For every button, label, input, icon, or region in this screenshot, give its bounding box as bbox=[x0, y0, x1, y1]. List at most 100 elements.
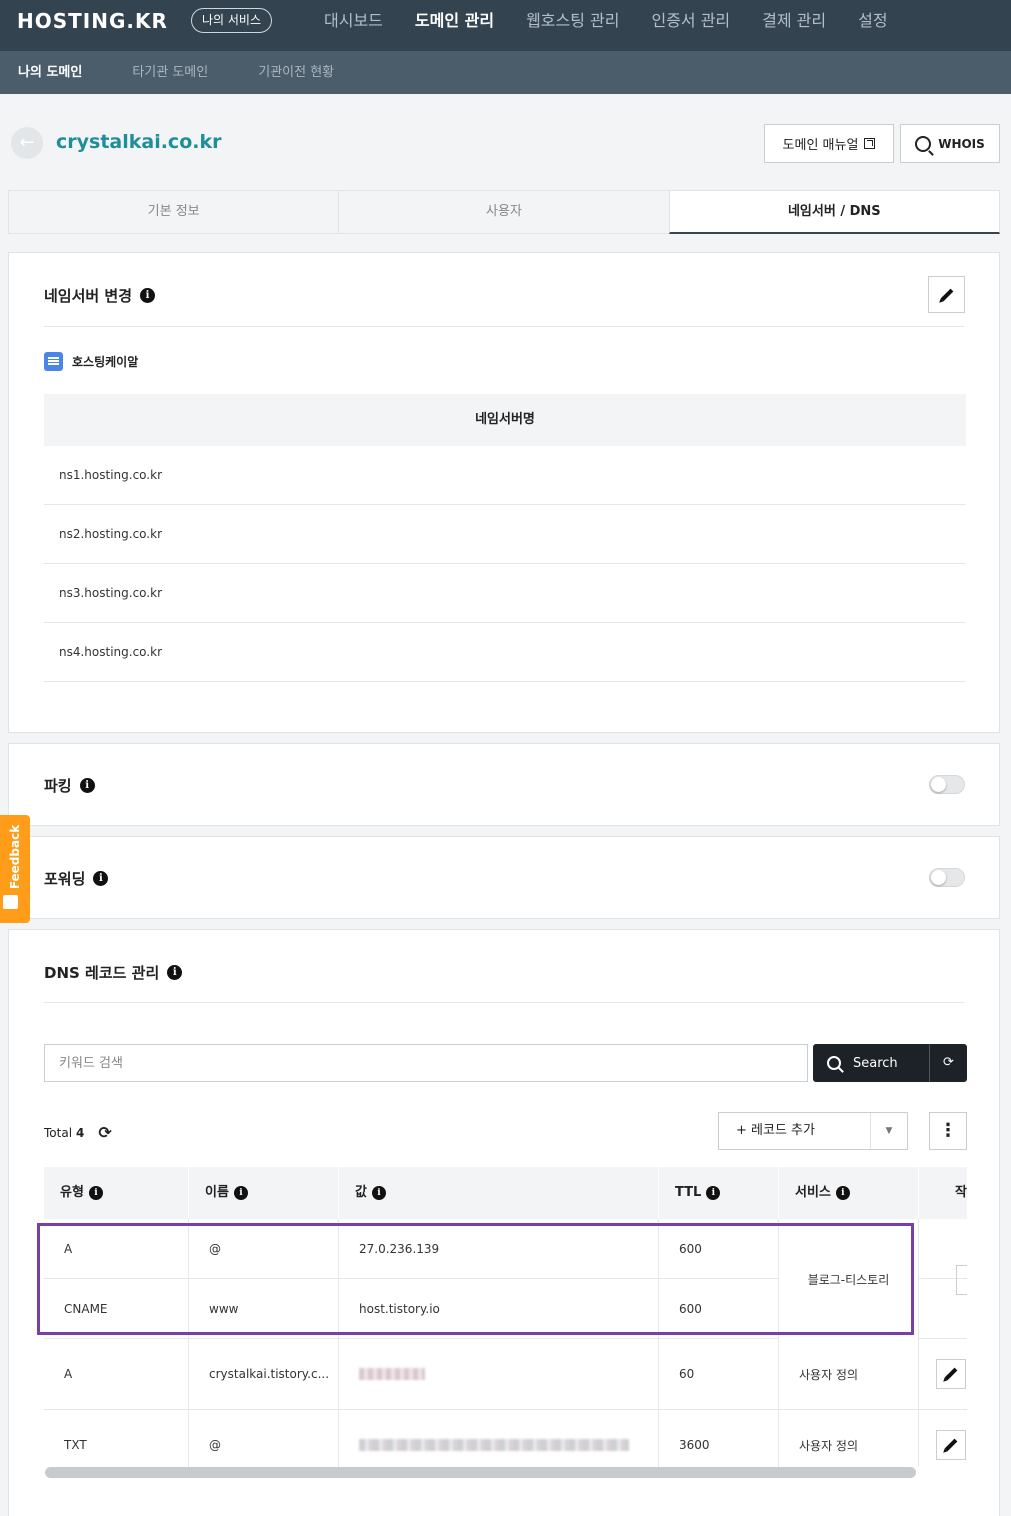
top-navbar: HOSTING.KR 나의 서비스 대시보드 도메인 관리 웹호스팅 관리 인증… bbox=[0, 0, 1011, 51]
total-label: Total bbox=[44, 1125, 73, 1140]
domain-title: crystalkai.co.kr bbox=[56, 131, 222, 153]
hosting-logo[interactable]: HOSTING.KR bbox=[17, 9, 168, 33]
add-record-label[interactable]: + 레코드 추가 bbox=[719, 1113, 870, 1149]
info-icon[interactable]: i bbox=[371, 1186, 386, 1200]
record-ttl: 3600 bbox=[659, 1410, 779, 1467]
column-service: 서비스 i bbox=[779, 1167, 919, 1219]
more-options-button[interactable]: ⋮ bbox=[929, 1112, 967, 1150]
reset-search-button[interactable]: ⟳ bbox=[929, 1044, 967, 1082]
record-ttl: 60 bbox=[659, 1339, 779, 1409]
nameserver-title: 네임서버 변경 i bbox=[44, 285, 156, 306]
info-icon[interactable]: i bbox=[835, 1186, 850, 1200]
tab-nameserver-dns[interactable]: 네임서버 / DNS bbox=[668, 190, 1000, 234]
record-name: crystalkai.tistory.c... bbox=[189, 1339, 339, 1409]
nav-webhosting-management[interactable]: 웹호스팅 관리 bbox=[510, 0, 635, 42]
record-action-button-partial[interactable] bbox=[956, 1265, 967, 1295]
record-type: A bbox=[44, 1339, 189, 1409]
dns-title-text: DNS 레코드 관리 bbox=[44, 964, 160, 982]
total-count: 4 bbox=[76, 1125, 85, 1140]
table-row: TXT @ 3600 사용자 정의 bbox=[44, 1410, 967, 1467]
feedback-label: Feedback bbox=[8, 824, 22, 890]
horizontal-scrollbar[interactable] bbox=[45, 1467, 916, 1478]
tab-basic-info[interactable]: 기본 정보 bbox=[8, 190, 339, 234]
edit-nameserver-button[interactable] bbox=[928, 276, 965, 313]
dns-records-table: 유형 i 이름 i 값i TTL i 서비스 i 작 A @ 27.0.236.139 … bbox=[44, 1167, 967, 1467]
record-total: Total 4 ⟳ bbox=[44, 1123, 112, 1142]
back-arrow-icon[interactable]: ← bbox=[11, 127, 43, 159]
forwarding-card: 포워딩 i bbox=[8, 836, 1000, 919]
info-icon[interactable]: i bbox=[79, 778, 95, 793]
record-ttl: 600 bbox=[659, 1279, 779, 1338]
keyword-search-input[interactable] bbox=[44, 1044, 808, 1082]
server-list-icon bbox=[44, 352, 63, 371]
record-type: A bbox=[44, 1219, 189, 1278]
column-name: 이름 i bbox=[189, 1167, 339, 1219]
parking-toggle[interactable] bbox=[929, 775, 965, 794]
edit-record-button[interactable] bbox=[936, 1430, 966, 1460]
chevron-down-icon[interactable]: ▼ bbox=[870, 1113, 907, 1149]
dns-title: DNS 레코드 관리 i bbox=[44, 962, 183, 983]
domain-manual-button[interactable]: 도메인 매뉴얼 bbox=[764, 124, 894, 163]
nameserver-provider: 호스팅케이알 bbox=[44, 352, 138, 371]
column-action: 작 bbox=[919, 1167, 967, 1219]
column-ttl: TTL i bbox=[659, 1167, 779, 1219]
search-label: Search bbox=[853, 1055, 898, 1071]
refresh-icon[interactable]: ⟳ bbox=[98, 1123, 111, 1142]
info-icon[interactable]: i bbox=[93, 871, 109, 886]
dns-table-header: 유형 i 이름 i 값i TTL i 서비스 i 작 bbox=[44, 1167, 967, 1219]
record-name: @ bbox=[189, 1410, 339, 1467]
sub-navbar: 나의 도메인 타기관 도메인 기관이전 현황 bbox=[0, 51, 1011, 94]
whois-label: WHOIS bbox=[938, 136, 985, 151]
tab-users[interactable]: 사용자 bbox=[338, 190, 669, 234]
search-button[interactable]: Search bbox=[813, 1044, 929, 1082]
nameserver-row: ns3.hosting.co.kr bbox=[44, 564, 966, 623]
column-value: 값i bbox=[339, 1167, 659, 1219]
domain-manual-label: 도메인 매뉴얼 bbox=[782, 138, 859, 153]
dns-records-card: DNS 레코드 관리 i Search ⟳ Total 4 ⟳ + 레코드 추가… bbox=[8, 929, 1000, 1516]
feedback-tab[interactable]: Feedback bbox=[0, 815, 30, 923]
search-icon bbox=[827, 1056, 841, 1070]
nameserver-row: ns1.hosting.co.kr bbox=[44, 446, 966, 505]
nameserver-title-text: 네임서버 변경 bbox=[44, 287, 133, 305]
parking-title: 파킹 i bbox=[44, 775, 95, 796]
provider-label: 호스팅케이알 bbox=[72, 355, 139, 369]
table-row: A crystalkai.tistory.c... 60 사용자 정의 bbox=[44, 1339, 967, 1410]
nav-certificate-management[interactable]: 인증서 관리 bbox=[635, 0, 746, 42]
add-record-dropdown[interactable]: + 레코드 추가 ▼ bbox=[718, 1112, 908, 1150]
domain-tabs: 기본 정보 사용자 네임서버 / DNS bbox=[8, 190, 1000, 234]
my-service-pill[interactable]: 나의 서비스 bbox=[191, 8, 273, 33]
info-icon[interactable]: i bbox=[88, 1186, 103, 1200]
info-icon[interactable]: i bbox=[140, 288, 156, 303]
merged-service-cell: 블로그-티스토리 bbox=[779, 1220, 919, 1339]
nav-payment-management[interactable]: 결제 관리 bbox=[746, 0, 842, 42]
record-service: 사용자 정의 bbox=[779, 1410, 919, 1467]
forwarding-title-text: 포워딩 bbox=[44, 870, 86, 888]
subnav-other-registrar-domains[interactable]: 타기관 도메인 bbox=[132, 51, 208, 94]
nav-dashboard[interactable]: 대시보드 bbox=[308, 0, 399, 42]
info-icon[interactable]: i bbox=[233, 1186, 248, 1200]
nav-domain-management[interactable]: 도메인 관리 bbox=[399, 0, 510, 42]
nameserver-row: ns2.hosting.co.kr bbox=[44, 505, 966, 564]
forwarding-toggle[interactable] bbox=[929, 868, 965, 887]
column-type: 유형 i bbox=[44, 1167, 189, 1219]
record-value-redacted bbox=[339, 1339, 659, 1409]
globe-search-icon bbox=[915, 135, 932, 152]
external-link-icon bbox=[864, 138, 876, 149]
pencil-icon bbox=[944, 1438, 958, 1452]
edit-record-button[interactable] bbox=[936, 1359, 966, 1389]
forwarding-title: 포워딩 i bbox=[44, 868, 109, 889]
redacted-value bbox=[359, 1368, 425, 1380]
feedback-face-icon bbox=[3, 895, 18, 909]
divider bbox=[44, 326, 964, 327]
info-icon[interactable]: i bbox=[706, 1186, 721, 1200]
record-service: 사용자 정의 bbox=[779, 1339, 919, 1409]
subnav-my-domains[interactable]: 나의 도메인 bbox=[18, 51, 82, 94]
main-nav: 대시보드 도메인 관리 웹호스팅 관리 인증서 관리 결제 관리 설정 bbox=[308, 0, 904, 42]
subnav-transfer-status[interactable]: 기관이전 현황 bbox=[258, 51, 334, 94]
redacted-value bbox=[359, 1439, 629, 1451]
whois-button[interactable]: WHOIS bbox=[900, 124, 1000, 163]
parking-card: 파킹 i bbox=[8, 743, 1000, 826]
nav-settings[interactable]: 설정 bbox=[842, 0, 903, 42]
record-value: host.tistory.io bbox=[339, 1279, 659, 1338]
info-icon[interactable]: i bbox=[167, 965, 183, 980]
